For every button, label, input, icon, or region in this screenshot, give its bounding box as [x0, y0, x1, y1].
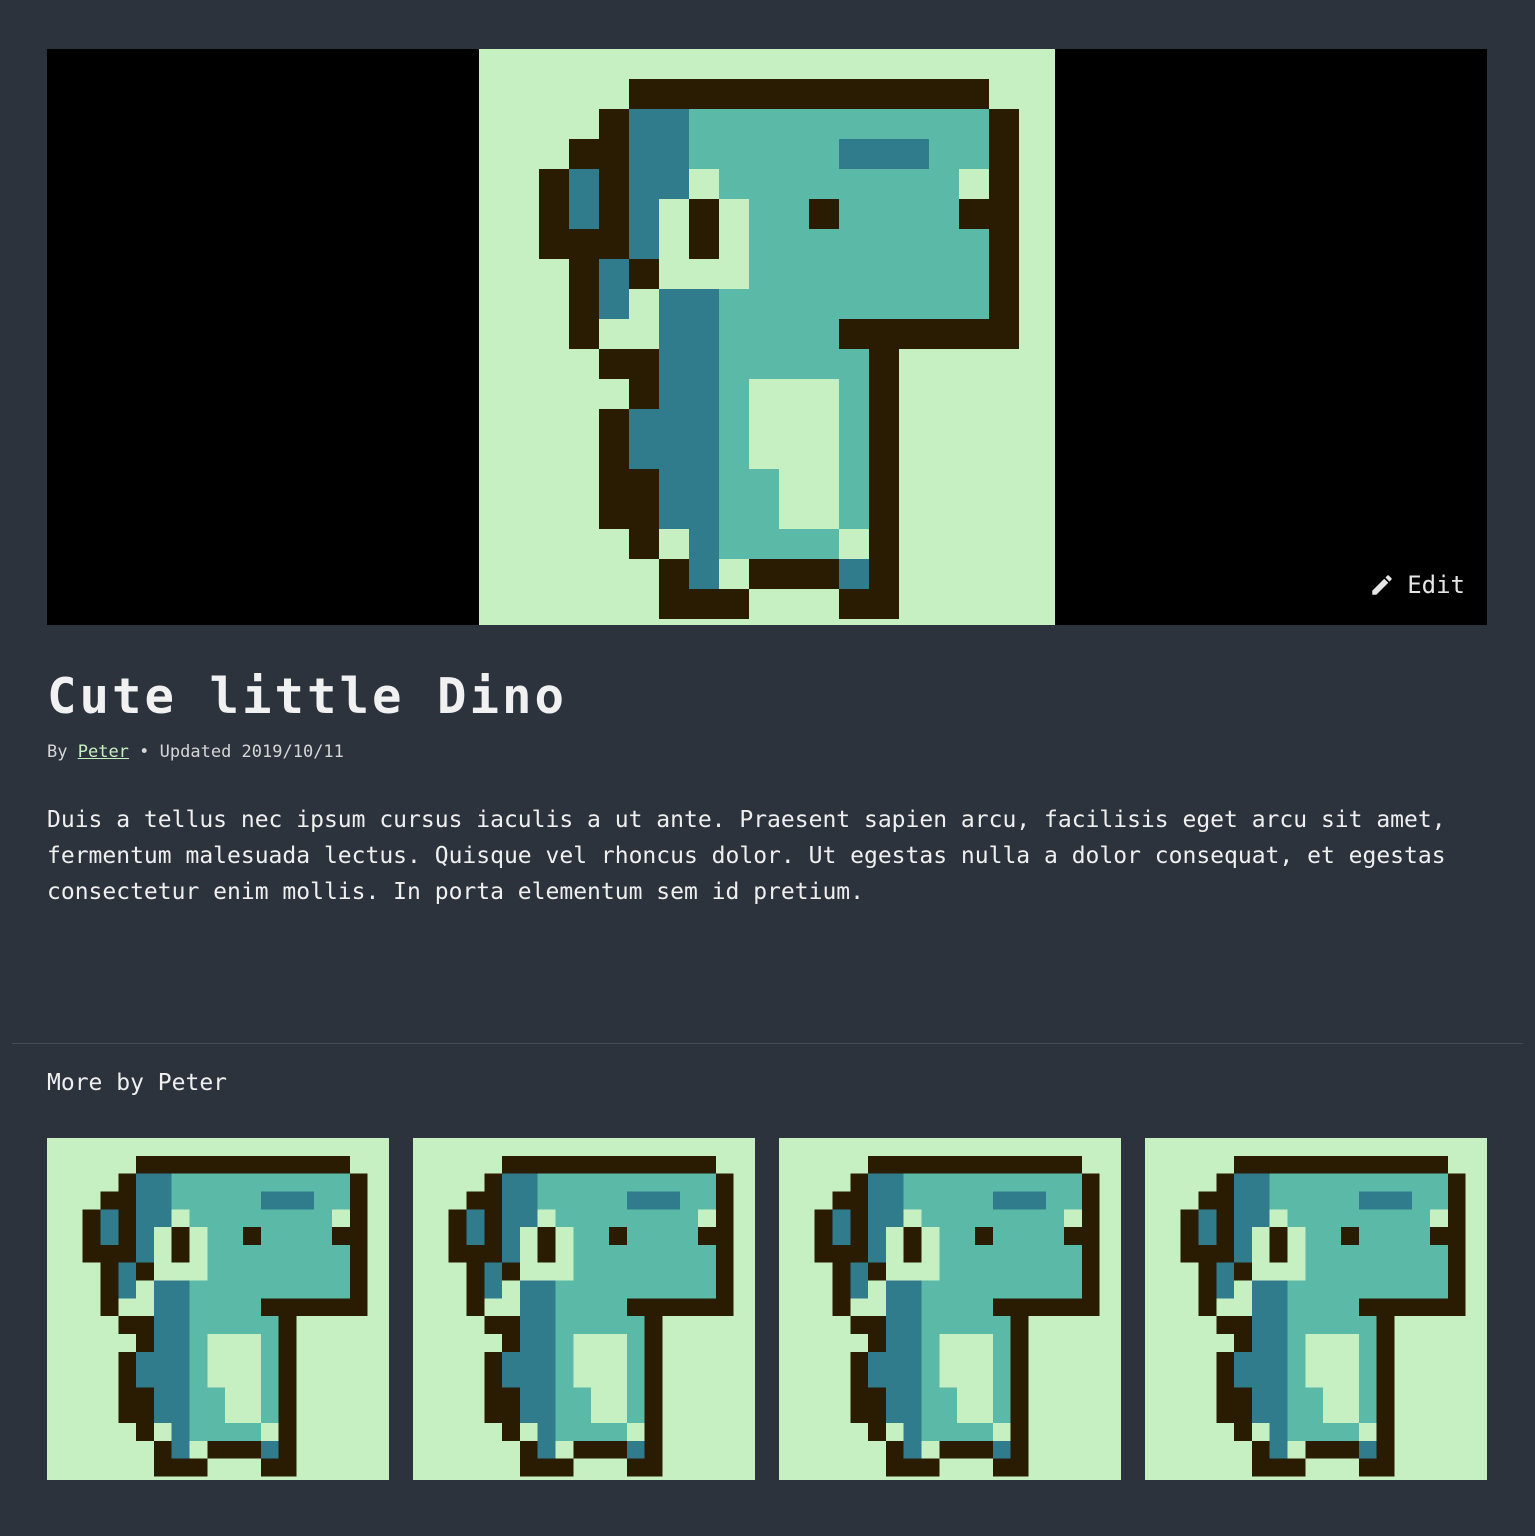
post-description: Duis a tellus nec ipsum cursus iaculis a… — [47, 807, 1446, 905]
post-meta: By Peter • Updated 2019/10/11 — [47, 742, 344, 762]
more-by-heading: More by Peter — [47, 1070, 228, 1096]
dino-thumbnail-image — [82, 1155, 368, 1477]
gallery-thumbnail[interactable] — [779, 1138, 1121, 1480]
edit-button[interactable]: Edit — [1369, 571, 1465, 599]
dino-pixel-art — [539, 79, 1019, 619]
author-link[interactable]: Peter — [78, 742, 129, 762]
dino-thumbnail-image — [448, 1155, 734, 1477]
gallery-thumbnail[interactable] — [47, 1138, 389, 1480]
gallery-thumbnail[interactable] — [413, 1138, 755, 1480]
section-divider — [12, 1043, 1523, 1044]
dino-thumbnail-image — [1180, 1155, 1466, 1477]
dino-thumbnail-image — [814, 1155, 1100, 1477]
more-by-gallery — [47, 1138, 1487, 1480]
page-title: Cute little Dino — [47, 668, 568, 725]
gallery-thumbnail[interactable] — [1145, 1138, 1487, 1480]
hero-image-frame: Edit — [47, 49, 1487, 625]
hero-dino-image — [479, 49, 1055, 625]
edit-label: Edit — [1407, 571, 1465, 599]
updated-date: Updated 2019/10/11 — [159, 742, 344, 762]
meta-separator: • — [139, 742, 150, 762]
by-label: By — [47, 742, 68, 762]
pencil-icon — [1372, 575, 1392, 595]
